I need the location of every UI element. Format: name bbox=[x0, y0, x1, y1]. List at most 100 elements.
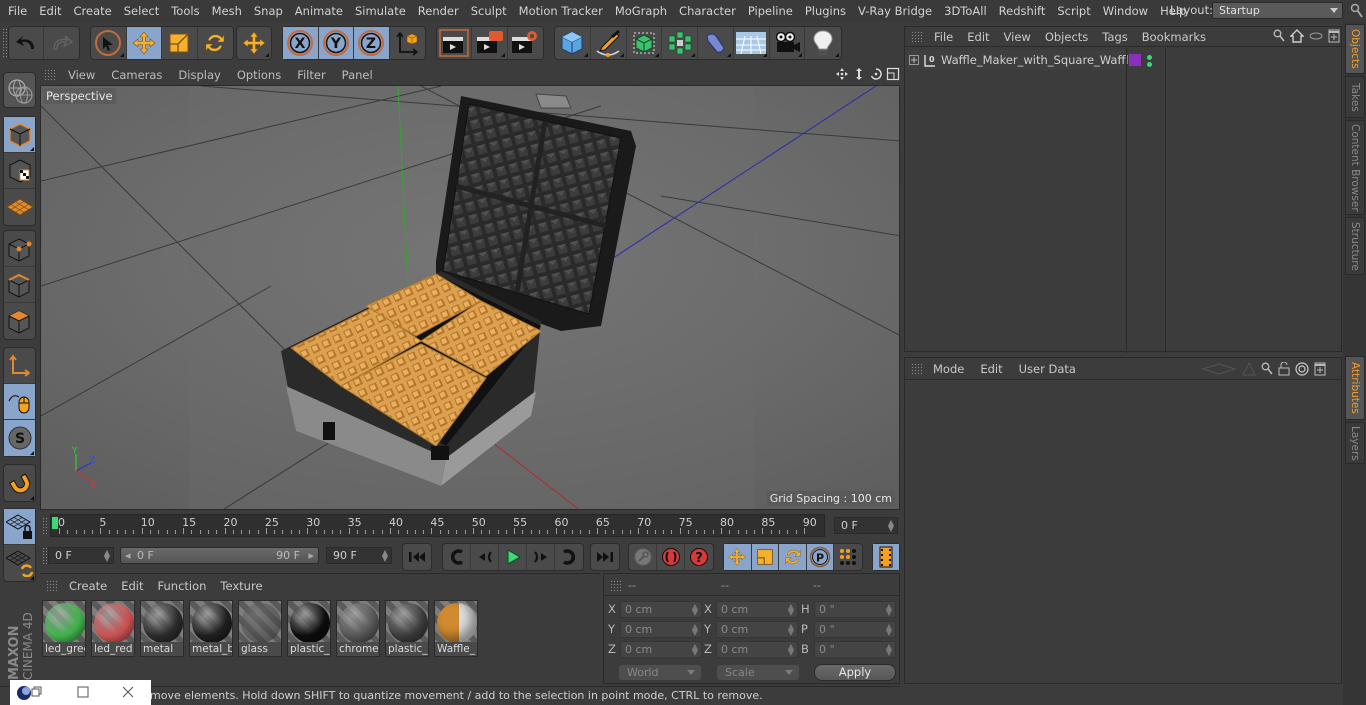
timeline-editor-button[interactable] bbox=[873, 544, 899, 570]
material-menu-texture[interactable]: Texture bbox=[213, 579, 269, 593]
camera-button[interactable] bbox=[770, 27, 806, 59]
floor-button[interactable] bbox=[734, 27, 770, 59]
transport-grip[interactable] bbox=[42, 547, 47, 565]
coord-value-field[interactable]: 0 ° ▲ ▼ bbox=[814, 641, 896, 658]
tab-structure[interactable]: Structure bbox=[1345, 217, 1365, 275]
transform-mode-dropdown[interactable]: Scale bbox=[717, 665, 799, 680]
tab-content-browser[interactable]: Content Browser bbox=[1345, 120, 1365, 215]
spinner-icon[interactable]: ▲ ▼ bbox=[886, 603, 892, 617]
next-frame-button[interactable] bbox=[527, 544, 555, 570]
end-frame-field[interactable]: 90 F ▲ ▼ bbox=[326, 547, 392, 564]
menu-animate[interactable]: Animate bbox=[289, 4, 349, 18]
menu-file[interactable]: File bbox=[0, 4, 33, 18]
spinner-icon[interactable]: ▲ ▼ bbox=[692, 643, 698, 657]
3d-viewport[interactable]: Y Z X Perspective Grid Spacing : 100 cm bbox=[40, 85, 900, 510]
move-tool-button[interactable] bbox=[126, 27, 162, 59]
timeline-ruler[interactable]: 0 5 10 15 20 25 30 35 40 45 50 55 60 65 70 75 80 85 90 bbox=[50, 514, 825, 537]
material-swatch[interactable]: chrome bbox=[336, 600, 380, 657]
coordinate-system-button[interactable] bbox=[390, 27, 425, 59]
scale-tool-button[interactable] bbox=[162, 27, 198, 59]
solo-mode-button[interactable]: S bbox=[4, 420, 35, 456]
pen-spline-button[interactable] bbox=[591, 27, 627, 59]
position-key-button[interactable] bbox=[724, 544, 752, 570]
search-icon[interactable] bbox=[1261, 362, 1273, 376]
maximize-view-icon[interactable] bbox=[886, 67, 900, 81]
spinner-icon[interactable]: ▲ ▼ bbox=[382, 549, 388, 563]
menu-character[interactable]: Character bbox=[673, 4, 742, 18]
viewport-menu-options[interactable]: Options bbox=[229, 68, 289, 82]
render-visibility-dot[interactable] bbox=[1147, 62, 1152, 67]
x-axis-lock-button[interactable]: X bbox=[283, 27, 319, 59]
editor-visibility-dot[interactable] bbox=[1147, 55, 1152, 60]
toolbar-grip[interactable] bbox=[2, 28, 7, 58]
menu-create[interactable]: Create bbox=[68, 4, 118, 18]
tab-objects[interactable]: Objects bbox=[1345, 24, 1365, 74]
coord-value-field[interactable]: 0 cm ▲ ▼ bbox=[620, 641, 702, 658]
material-swatch[interactable]: Waffle_ bbox=[434, 600, 478, 657]
subdivision-button[interactable] bbox=[627, 27, 663, 59]
tab-attributes[interactable]: Attributes bbox=[1345, 356, 1365, 420]
new-panel-icon[interactable] bbox=[1314, 362, 1326, 376]
deformer-button[interactable] bbox=[698, 27, 734, 59]
expand-plus-icon[interactable] bbox=[909, 55, 919, 65]
coord-value-field[interactable]: 0 cm ▲ ▼ bbox=[716, 601, 798, 618]
range-right-arrow-icon[interactable]: ▸ bbox=[308, 549, 314, 562]
polygons-mode-button[interactable] bbox=[4, 303, 35, 339]
material-swatch[interactable]: metal bbox=[140, 600, 184, 657]
workplane-mode-button[interactable] bbox=[4, 189, 35, 225]
recent-tool-button[interactable] bbox=[237, 27, 271, 59]
render-view-button[interactable] bbox=[437, 27, 473, 59]
menu-motion-tracker[interactable]: Motion Tracker bbox=[513, 4, 609, 18]
viewport-menu-filter[interactable]: Filter bbox=[289, 68, 333, 82]
menu-render[interactable]: Render bbox=[412, 4, 465, 18]
spinner-icon[interactable]: ▲ ▼ bbox=[788, 643, 794, 657]
coord-value-field[interactable]: 0 ° ▲ ▼ bbox=[814, 601, 896, 618]
coord-value-field[interactable]: 0 cm ▲ ▼ bbox=[620, 601, 702, 618]
close-icon[interactable] bbox=[122, 686, 134, 698]
scale-key-button[interactable] bbox=[751, 544, 780, 570]
material-swatch[interactable]: led_gree bbox=[42, 600, 86, 657]
menu-simulate[interactable]: Simulate bbox=[349, 4, 412, 18]
material-menu-edit[interactable]: Edit bbox=[114, 579, 150, 593]
redo-button[interactable] bbox=[44, 27, 79, 59]
hide-icon[interactable] bbox=[1309, 31, 1323, 41]
coord-value-field[interactable]: 0 cm ▲ ▼ bbox=[716, 621, 798, 638]
attribute-menu-edit[interactable]: Edit bbox=[972, 362, 1010, 376]
menu-plugins[interactable]: Plugins bbox=[799, 4, 852, 18]
spinner-icon[interactable]: ▲ ▼ bbox=[888, 519, 894, 533]
autokeying-button[interactable] bbox=[657, 544, 685, 570]
menu-script[interactable]: Script bbox=[1051, 4, 1096, 18]
menu-edit[interactable]: Edit bbox=[33, 4, 67, 18]
search-icon[interactable] bbox=[1350, 3, 1364, 19]
texture-mode-button[interactable] bbox=[4, 153, 35, 189]
range-left-arrow-icon[interactable]: ◂ bbox=[125, 549, 131, 562]
keyframe-selection-button[interactable]: ? bbox=[685, 544, 713, 570]
object-menu-view[interactable]: View bbox=[997, 30, 1038, 44]
next-key-button[interactable] bbox=[555, 544, 583, 570]
material-grip[interactable] bbox=[46, 580, 58, 592]
z-axis-lock-button[interactable]: Z bbox=[354, 27, 390, 59]
menu-mograph[interactable]: MoGraph bbox=[609, 4, 673, 18]
camera-label[interactable]: Perspective bbox=[43, 88, 116, 104]
menu-tools[interactable]: Tools bbox=[165, 4, 205, 18]
attribute-menu-user-data[interactable]: User Data bbox=[1011, 362, 1084, 376]
axis-mode-button[interactable] bbox=[4, 348, 35, 384]
material-swatch[interactable]: led_red bbox=[91, 600, 135, 657]
material-menu-create[interactable]: Create bbox=[62, 579, 114, 593]
spinner-icon[interactable]: ▲ ▼ bbox=[886, 643, 892, 657]
menu-snap[interactable]: Snap bbox=[248, 4, 289, 18]
menu-window[interactable]: Window bbox=[1097, 4, 1154, 18]
coordinates-grip[interactable] bbox=[610, 580, 622, 592]
material-tag[interactable] bbox=[1129, 54, 1141, 66]
start-frame-field[interactable]: 0 F ▲ ▼ bbox=[48, 547, 114, 564]
maximize-icon[interactable] bbox=[77, 686, 89, 698]
goto-end-button[interactable] bbox=[591, 544, 619, 570]
apply-button[interactable]: Apply bbox=[814, 664, 896, 681]
menu-redshift[interactable]: Redshift bbox=[993, 4, 1052, 18]
viewport-menu-display[interactable]: Display bbox=[170, 68, 228, 82]
spinner-icon[interactable]: ▲ ▼ bbox=[692, 603, 698, 617]
render-picture-viewer-button[interactable] bbox=[472, 27, 508, 59]
menu-sculpt[interactable]: Sculpt bbox=[465, 4, 513, 18]
material-swatch[interactable]: metal_b bbox=[189, 600, 233, 657]
goto-start-button[interactable] bbox=[403, 544, 431, 570]
